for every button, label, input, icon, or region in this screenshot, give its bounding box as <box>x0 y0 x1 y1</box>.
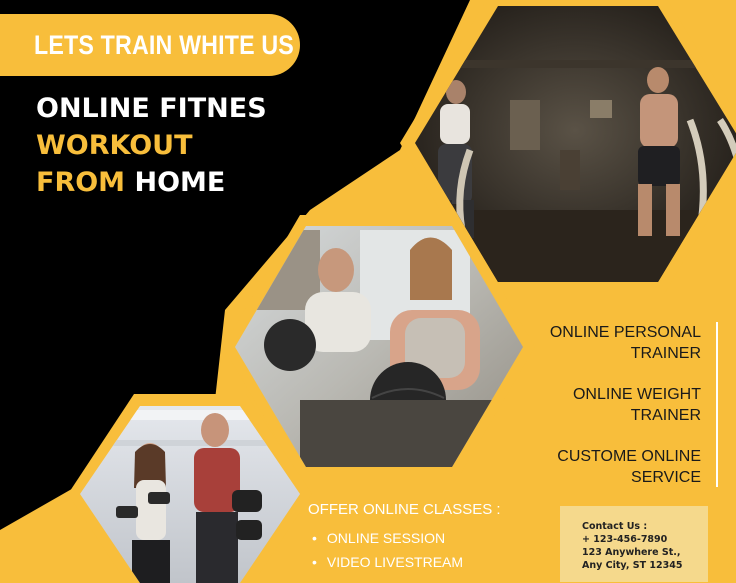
service-line: TRAINER <box>630 345 701 362</box>
headline-line-3-accent: FROM <box>36 167 126 198</box>
service-line: TRAINER <box>630 407 701 424</box>
service-item: ONLINE PERSONAL TRAINER <box>501 322 701 364</box>
contact-panel: Contact Us : + 123-456-7890 123 Anywhere… <box>560 506 708 582</box>
service-line: SERVICE <box>631 469 701 486</box>
service-line: ONLINE PERSONAL <box>549 324 701 341</box>
contact-city: Any City, ST 12345 <box>582 560 683 571</box>
service-line: CUSTOME ONLINE <box>557 448 701 465</box>
services-divider <box>716 322 718 487</box>
contact-phone: + 123-456-7890 <box>582 534 668 545</box>
headline-line-2: WORKOUT <box>36 130 193 161</box>
headline: ONLINE FITNES WORKOUT FROM HOME <box>36 90 267 201</box>
service-item: ONLINE WEIGHT TRAINER <box>501 384 701 426</box>
class-item: VIDEO LIVESTREAM <box>312 554 463 570</box>
classes-list: ONLINE SESSION VIDEO LIVESTREAM <box>312 530 463 578</box>
fitness-poster: LETS TRAIN WHITE US ONLINE FITNES WORKOU… <box>0 0 736 583</box>
service-item: CUSTOME ONLINE SERVICE <box>501 446 701 488</box>
offer-heading: OFFER ONLINE CLASSES : <box>308 501 501 518</box>
contact-label: Contact Us : <box>582 521 648 532</box>
tagline-banner: LETS TRAIN WHITE US <box>0 14 300 76</box>
class-item: ONLINE SESSION <box>312 530 463 546</box>
contact-street: 123 Anywhere St., <box>582 547 681 558</box>
headline-line-3: FROM HOME <box>36 164 267 201</box>
tagline-text: LETS TRAIN WHITE US <box>34 29 294 60</box>
services-list: ONLINE PERSONAL TRAINER ONLINE WEIGHT TR… <box>501 322 701 508</box>
service-line: ONLINE WEIGHT <box>572 386 701 403</box>
headline-line-1: ONLINE FITNES <box>36 93 267 124</box>
headline-line-3-plain: HOME <box>134 167 226 198</box>
